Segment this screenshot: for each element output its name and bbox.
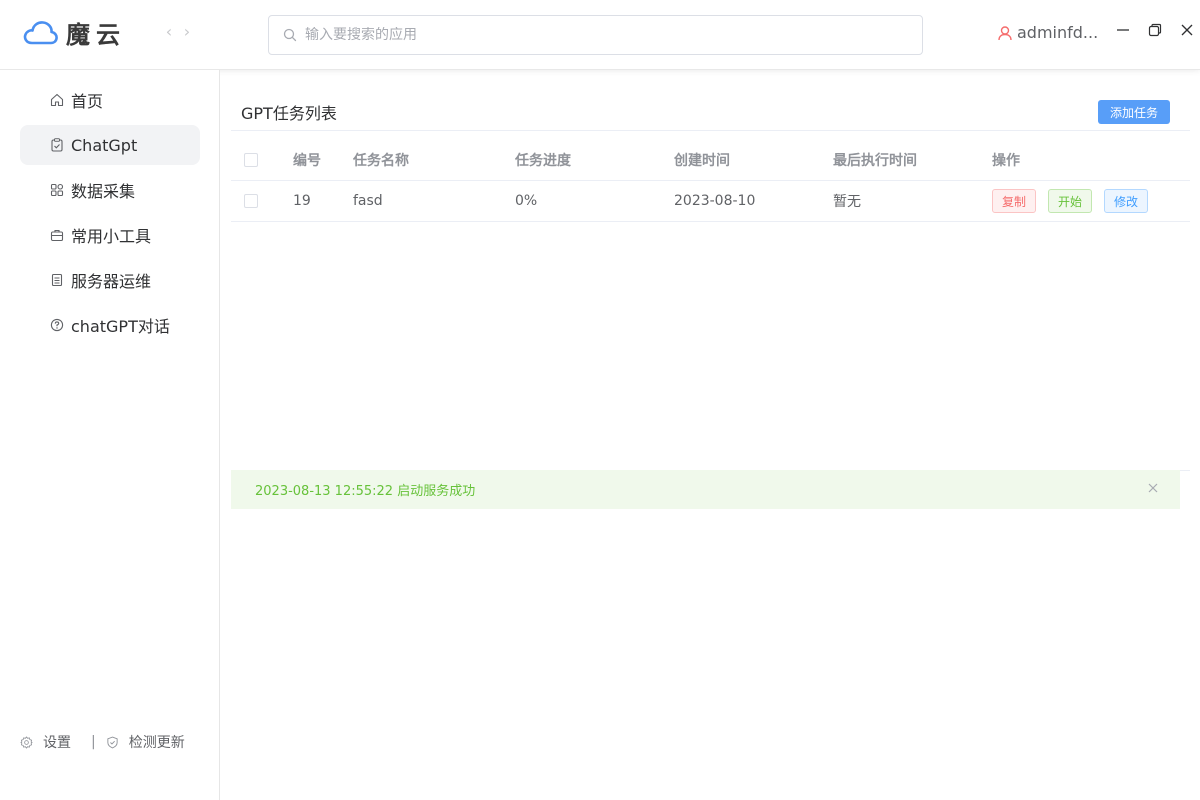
close-icon bbox=[1181, 24, 1193, 36]
table-header-row: 编号 任务名称 任务进度 创建时间 最后执行时间 操作 bbox=[231, 140, 1190, 181]
sidebar-item-label: chatGPT对话 bbox=[71, 317, 170, 336]
minimize-button[interactable] bbox=[1113, 20, 1133, 40]
help-icon bbox=[50, 318, 64, 332]
cell-actions: 复制 开始 修改 bbox=[992, 181, 1160, 221]
main-panel: GPT任务列表 添加任务 编号 任务名称 任务进度 创建时间 最后执行时间 操作… bbox=[231, 70, 1190, 800]
close-icon bbox=[1148, 483, 1158, 493]
back-button[interactable]: ‹ bbox=[163, 22, 175, 41]
page-title: GPT任务列表 bbox=[241, 104, 337, 123]
header-actions: 操作 bbox=[992, 153, 1020, 169]
check-update-button[interactable]: 检测更新 bbox=[106, 732, 185, 752]
app-logo: 魔云 bbox=[22, 15, 126, 50]
alert-close-button[interactable] bbox=[1148, 482, 1160, 494]
cell-created: 2023-08-10 bbox=[674, 193, 756, 209]
edit-button[interactable]: 修改 bbox=[1104, 189, 1149, 213]
maximize-button[interactable] bbox=[1145, 20, 1165, 40]
footer-separator: | bbox=[91, 734, 96, 750]
add-task-button[interactable]: 添加任务 bbox=[1098, 100, 1170, 124]
settings-label: 设置 bbox=[43, 735, 71, 751]
document-icon bbox=[51, 273, 63, 287]
app-name: 魔云 bbox=[66, 21, 126, 49]
check-update-label: 检测更新 bbox=[128, 735, 185, 751]
grid-icon bbox=[50, 183, 64, 197]
nav-arrows: ‹ › bbox=[163, 22, 193, 41]
select-all-cell bbox=[244, 140, 258, 180]
cell-name: fasd bbox=[353, 193, 383, 209]
sidebar-item-label: 服务器运维 bbox=[71, 272, 152, 291]
success-alert: 2023-08-13 12:55:22 启动服务成功 bbox=[231, 470, 1180, 509]
select-all-checkbox[interactable] bbox=[244, 153, 258, 167]
sidebar-item-data-collection[interactable]: 数据采集 bbox=[20, 170, 200, 210]
table-row: 19 fasd 0% 2023-08-10 暂无 复制 开始 修改 bbox=[231, 181, 1190, 222]
close-window-button[interactable] bbox=[1177, 20, 1197, 40]
search-icon bbox=[283, 28, 297, 42]
header-last-run: 最后执行时间 bbox=[833, 153, 917, 169]
settings-button[interactable]: 设置 bbox=[20, 732, 71, 752]
header-name: 任务名称 bbox=[353, 153, 409, 169]
sidebar-item-label: 常用小工具 bbox=[71, 227, 152, 246]
task-table: 编号 任务名称 任务进度 创建时间 最后执行时间 操作 19 fasd 0% 2… bbox=[231, 140, 1190, 222]
sidebar-item-tools[interactable]: 常用小工具 bbox=[20, 215, 200, 255]
user-icon bbox=[998, 25, 1012, 40]
cell-last-run: 暂无 bbox=[833, 194, 861, 210]
restore-icon bbox=[1148, 23, 1162, 37]
sidebar: 首页 ChatGpt 数据采集 常用小工具 服务器运维 chatGPT对话 设置… bbox=[0, 70, 220, 800]
alert-message: 2023-08-13 12:55:22 启动服务成功 bbox=[255, 484, 476, 499]
sidebar-item-chatgpt-dialog[interactable]: chatGPT对话 bbox=[20, 305, 200, 345]
user-menu[interactable]: adminfd... bbox=[997, 23, 1098, 42]
briefcase-icon bbox=[50, 229, 64, 242]
sidebar-item-home[interactable]: 首页 bbox=[20, 80, 200, 120]
sidebar-item-label: ChatGpt bbox=[71, 135, 138, 155]
gear-icon bbox=[20, 736, 33, 748]
header-created: 创建时间 bbox=[674, 153, 730, 169]
title-divider bbox=[231, 130, 1190, 131]
copy-button[interactable]: 复制 bbox=[992, 189, 1037, 213]
row-select-cell bbox=[244, 181, 258, 221]
app-header: 魔云 ‹ › adminfd... bbox=[0, 0, 1200, 70]
row-checkbox[interactable] bbox=[244, 194, 258, 208]
sidebar-item-chatgpt[interactable]: ChatGpt bbox=[20, 125, 200, 165]
sidebar-item-label: 首页 bbox=[71, 92, 104, 111]
cell-progress: 0% bbox=[515, 193, 538, 209]
cloud-icon bbox=[23, 20, 58, 44]
header-progress: 任务进度 bbox=[515, 153, 571, 169]
minimize-icon bbox=[1117, 29, 1129, 31]
sidebar-menu: 首页 ChatGpt 数据采集 常用小工具 服务器运维 chatGPT对话 bbox=[20, 80, 200, 350]
shield-icon bbox=[107, 736, 118, 748]
search-input[interactable] bbox=[305, 27, 885, 43]
home-icon bbox=[50, 93, 64, 107]
forward-button[interactable]: › bbox=[181, 22, 193, 41]
sidebar-item-label: 数据采集 bbox=[71, 182, 136, 201]
header-id: 编号 bbox=[293, 153, 321, 169]
clipboard-icon bbox=[51, 138, 63, 152]
sidebar-item-server-ops[interactable]: 服务器运维 bbox=[20, 260, 200, 300]
search-box[interactable] bbox=[268, 15, 923, 55]
start-button[interactable]: 开始 bbox=[1048, 189, 1093, 213]
cell-id: 19 bbox=[293, 193, 311, 209]
user-name: adminfd... bbox=[1017, 23, 1099, 42]
sidebar-footer: 设置 | 检测更新 bbox=[20, 732, 185, 752]
